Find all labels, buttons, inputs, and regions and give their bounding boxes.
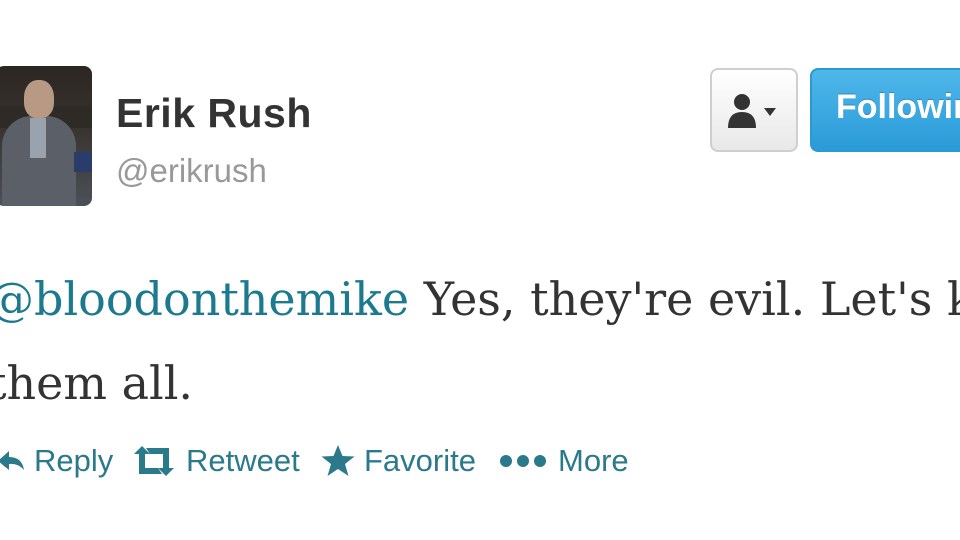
more-button[interactable]: More bbox=[498, 436, 629, 486]
tweet-card: Erik Rush @erikrush Following @bloodonth… bbox=[0, 0, 960, 540]
favorite-label: Favorite bbox=[364, 443, 476, 478]
following-label: Following bbox=[836, 88, 960, 126]
reply-label: Reply bbox=[34, 443, 114, 478]
retweet-label: Retweet bbox=[186, 443, 300, 478]
star-icon bbox=[321, 445, 355, 476]
user-menu-button[interactable] bbox=[710, 68, 798, 152]
mention-link[interactable]: @bloodonthemike bbox=[0, 272, 409, 326]
favorite-button[interactable]: Favorite bbox=[320, 436, 476, 486]
retweet-icon bbox=[134, 446, 174, 476]
user-handle[interactable]: @erikrush bbox=[116, 152, 267, 190]
tweet-text: @bloodonthemike Yes, they're evil. Let's… bbox=[0, 258, 960, 340]
tweet-actions: Reply Retweet Favorite More bbox=[0, 436, 960, 486]
following-button[interactable]: Following bbox=[810, 68, 960, 152]
retweet-button[interactable]: Retweet bbox=[130, 436, 300, 486]
tweet-text-line1: Yes, they're evil. Let's kill bbox=[409, 272, 960, 326]
reply-icon bbox=[0, 451, 24, 470]
reply-button[interactable]: Reply bbox=[0, 436, 113, 486]
avatar[interactable] bbox=[0, 66, 92, 206]
person-dropdown-icon bbox=[728, 94, 776, 128]
more-dots-icon bbox=[500, 455, 546, 467]
more-label: More bbox=[558, 443, 629, 478]
user-name[interactable]: Erik Rush bbox=[116, 90, 312, 137]
tweet-text-line2: them all. bbox=[0, 356, 194, 410]
